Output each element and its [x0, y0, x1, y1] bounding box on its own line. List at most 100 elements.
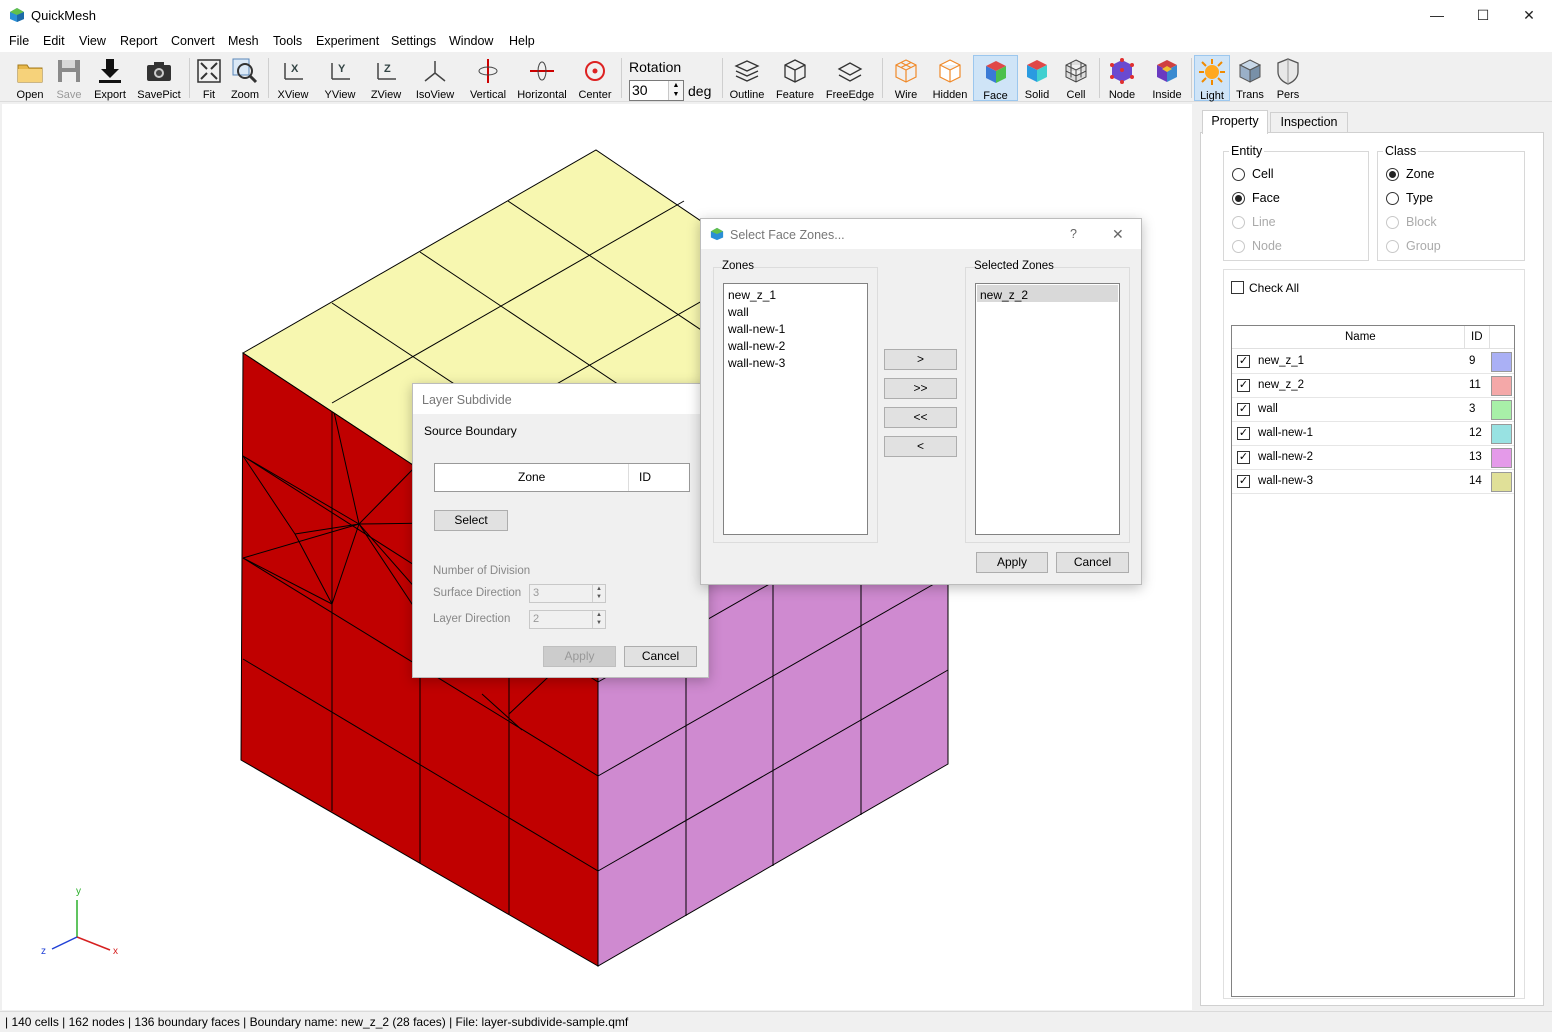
cancel-button[interactable]: Cancel — [1056, 552, 1129, 573]
table-row[interactable]: ✓ wall-new-3 14 — [1232, 470, 1514, 494]
solid-button[interactable]: Solid — [1020, 55, 1054, 101]
x-view-axis-icon: X — [284, 63, 303, 80]
select-face-zones-titlebar[interactable]: Select Face Zones... ? ✕ — [701, 219, 1141, 249]
property-tab-pane: Entity Cell Face Line Node Class Zone Ty… — [1200, 132, 1544, 1006]
zone-color-swatch[interactable] — [1491, 448, 1512, 468]
help-button[interactable]: ? — [1070, 227, 1077, 241]
menu-help[interactable]: Help — [509, 34, 535, 48]
add-zone-button[interactable]: > — [884, 349, 957, 370]
zone-visible-checkbox[interactable]: ✓ — [1237, 451, 1250, 464]
outline-button[interactable]: Outline — [727, 55, 767, 101]
zone-color-swatch[interactable] — [1491, 472, 1512, 492]
column-id-header: ID — [1471, 331, 1483, 343]
minimize-button[interactable]: — — [1414, 0, 1460, 30]
table-row[interactable]: ✓ wall-new-2 13 — [1232, 446, 1514, 470]
cancel-button[interactable]: Cancel — [624, 646, 697, 667]
zone-color-swatch[interactable] — [1491, 424, 1512, 444]
fit-button[interactable]: Fit — [193, 55, 225, 101]
tab-inspection[interactable]: Inspection — [1270, 112, 1348, 132]
isoview-button[interactable]: IsoView — [412, 55, 458, 101]
menu-experiment[interactable]: Experiment — [316, 34, 379, 48]
apply-button[interactable]: Apply — [543, 646, 616, 667]
horizontal-rotate-icon — [530, 61, 554, 81]
menu-report[interactable]: Report — [120, 34, 158, 48]
source-zone-table[interactable]: Zone ID — [434, 463, 690, 492]
table-row[interactable]: ✓ new_z_2 11 — [1232, 374, 1514, 398]
zone-visible-checkbox[interactable]: ✓ — [1237, 355, 1250, 368]
maximize-button[interactable]: ☐ — [1460, 0, 1506, 30]
horizontal-rotate-button[interactable]: Horizontal — [514, 55, 570, 101]
pers-button[interactable]: Pers — [1271, 55, 1305, 101]
select-button[interactable]: Select — [434, 510, 508, 531]
menu-file[interactable]: File — [9, 34, 29, 48]
freeedge-button[interactable]: FreeEdge — [823, 55, 877, 101]
zone-visible-checkbox[interactable]: ✓ — [1237, 427, 1250, 440]
table-row[interactable]: ✓ wall 3 — [1232, 398, 1514, 422]
hidden-button[interactable]: Hidden — [929, 55, 971, 101]
layer-subdivide-titlebar[interactable]: Layer Subdivide — [413, 384, 708, 414]
add-all-zones-button[interactable]: >> — [884, 378, 957, 399]
list-item[interactable]: wall-new-2 — [728, 339, 785, 353]
column-zone-header: Zone — [518, 470, 546, 484]
app-logo-icon — [710, 227, 724, 241]
dialog-title: Layer Subdivide — [422, 393, 512, 407]
app-logo-icon — [10, 8, 24, 22]
y-view-axis-icon: Y — [331, 63, 350, 80]
export-button[interactable]: Export — [90, 55, 130, 101]
close-dialog-button[interactable]: ✕ — [1112, 226, 1124, 243]
title-bar: QuickMesh — ☐ ✕ — [0, 0, 1552, 30]
center-button[interactable]: Center — [574, 55, 616, 101]
selected-zones-listbox[interactable]: new_z_2 — [975, 283, 1120, 535]
inside-button[interactable]: Inside — [1147, 55, 1187, 101]
face-button[interactable]: Face — [973, 55, 1018, 102]
xview-button[interactable]: X XView — [273, 55, 313, 101]
perspective-shield-icon — [1277, 58, 1299, 85]
zone-color-swatch[interactable] — [1491, 376, 1512, 396]
list-item[interactable]: new_z_1 — [728, 288, 776, 302]
surface-direction-input[interactable]: 3 ▲ ▼ — [529, 584, 606, 603]
menu-settings[interactable]: Settings — [391, 34, 436, 48]
entity-group: Entity Cell Face Line Node — [1223, 144, 1369, 261]
menu-edit[interactable]: Edit — [43, 34, 65, 48]
tab-property[interactable]: Property — [1202, 110, 1268, 134]
remove-zone-button[interactable]: < — [884, 436, 957, 457]
remove-all-zones-button[interactable]: << — [884, 407, 957, 428]
table-row[interactable]: ✓ wall-new-1 12 — [1232, 422, 1514, 446]
trans-button[interactable]: Trans — [1233, 55, 1267, 101]
check-all-checkbox[interactable] — [1231, 281, 1244, 294]
cell-button[interactable]: Cell — [1058, 55, 1094, 101]
feature-button[interactable]: Feature — [773, 55, 817, 101]
zone-visible-checkbox[interactable]: ✓ — [1237, 475, 1250, 488]
savepict-button[interactable]: SavePict — [134, 55, 184, 101]
menu-window[interactable]: Window — [449, 34, 493, 48]
zones-listbox[interactable]: new_z_1 wall wall-new-1 wall-new-2 wall-… — [723, 283, 868, 535]
zone-visible-checkbox[interactable]: ✓ — [1237, 379, 1250, 392]
zone-visible-checkbox[interactable]: ✓ — [1237, 403, 1250, 416]
menu-tools[interactable]: Tools — [273, 34, 302, 48]
node-button[interactable]: Node — [1103, 55, 1141, 101]
list-item[interactable]: wall-new-3 — [728, 356, 785, 370]
cell-mesh-icon — [1065, 59, 1087, 83]
list-item[interactable]: wall — [728, 305, 749, 319]
close-window-button[interactable]: ✕ — [1506, 0, 1552, 30]
table-row[interactable]: ✓ new_z_1 9 — [1232, 350, 1514, 374]
save-button[interactable]: Save — [50, 55, 88, 101]
rotation-spinner[interactable]: ▲ ▼ — [668, 81, 683, 100]
apply-button[interactable]: Apply — [976, 552, 1048, 573]
menu-view[interactable]: View — [79, 34, 106, 48]
menu-mesh[interactable]: Mesh — [228, 34, 259, 48]
wire-button[interactable]: Wire — [887, 55, 925, 101]
zone-color-swatch[interactable] — [1491, 400, 1512, 420]
light-button[interactable]: Light — [1194, 55, 1230, 102]
zone-color-swatch[interactable] — [1491, 352, 1512, 372]
layer-direction-input[interactable]: 2 ▲ ▼ — [529, 610, 606, 629]
zview-button[interactable]: Z ZView — [366, 55, 406, 101]
iso-view-axis-icon — [424, 61, 446, 82]
vertical-rotate-button[interactable]: Vertical — [466, 55, 510, 101]
list-item[interactable]: new_z_2 — [980, 288, 1028, 302]
yview-button[interactable]: Y YView — [320, 55, 360, 101]
list-item[interactable]: wall-new-1 — [728, 322, 785, 336]
zoom-button[interactable]: Zoom — [227, 55, 263, 101]
open-button[interactable]: Open — [10, 55, 50, 101]
menu-convert[interactable]: Convert — [171, 34, 215, 48]
